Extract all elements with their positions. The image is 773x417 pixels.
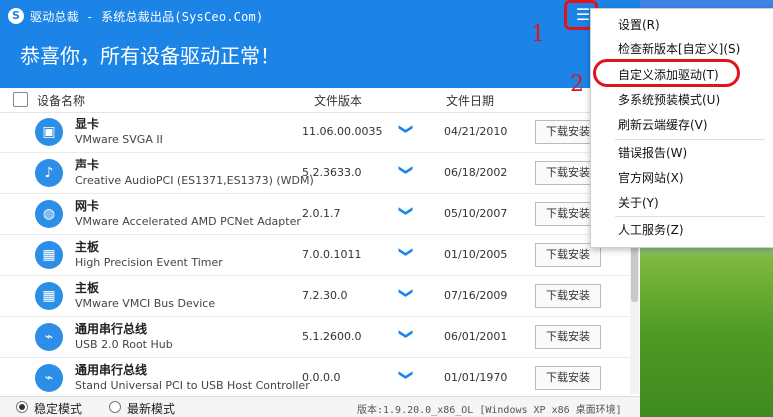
device-row[interactable]: ▦ 主板 VMware VMCI Bus Device 7.2.30.0 ❯ 0… bbox=[0, 276, 630, 317]
annotation-oval-custom-add bbox=[593, 59, 740, 87]
menu-item-official-site[interactable]: 官方网站(X) bbox=[618, 168, 684, 188]
device-category: 网卡 bbox=[75, 199, 100, 213]
device-date: 01/01/1970 bbox=[444, 371, 508, 384]
column-file-date: 文件日期 bbox=[446, 94, 495, 108]
app-logo-icon: S bbox=[8, 8, 24, 24]
footer-bar: 稳定模式 最新模式 版本:1.9.20.0_x86_OL [Windows XP… bbox=[0, 396, 640, 417]
device-version: 5.2.3633.0 bbox=[302, 166, 362, 179]
device-date: 04/21/2010 bbox=[444, 125, 508, 138]
column-device-name: 设备名称 bbox=[37, 94, 86, 108]
device-category: 主板 bbox=[75, 281, 100, 295]
device-category: 通用串行总线 bbox=[75, 322, 148, 336]
usb-icon: ⌁ bbox=[35, 323, 63, 351]
globe-icon: ◍ bbox=[35, 200, 63, 228]
device-row[interactable]: ▦ 主板 High Precision Event Timer 7.0.0.10… bbox=[0, 235, 630, 276]
device-row[interactable]: ⌁ 通用串行总线 Stand Universal PCI to USB Host… bbox=[0, 358, 630, 394]
status-message: 恭喜你，所有设备驱动正常！ bbox=[20, 44, 280, 68]
device-name: High Precision Event Timer bbox=[75, 256, 223, 269]
select-all-checkbox[interactable] bbox=[13, 92, 28, 107]
chevron-down-icon[interactable]: ❯ bbox=[398, 164, 414, 176]
column-file-version: 文件版本 bbox=[314, 94, 363, 108]
device-name: VMware VMCI Bus Device bbox=[75, 297, 216, 310]
device-name: USB 2.0 Root Hub bbox=[75, 338, 173, 351]
app-window: S 驱动总裁 - 系统总裁出品(SysCeo.Com) ☰ ✕ 恭喜你，所有设备… bbox=[0, 0, 640, 417]
motherboard-icon: ▦ bbox=[35, 241, 63, 269]
device-date: 01/10/2005 bbox=[444, 248, 508, 261]
device-name: Stand Universal PCI to USB Host Controll… bbox=[75, 379, 310, 392]
menu-item-error-report[interactable]: 错误报告(W) bbox=[618, 143, 687, 163]
menu-separator bbox=[615, 139, 765, 140]
menu-item-about[interactable]: 关于(Y) bbox=[618, 193, 659, 213]
menu-separator bbox=[615, 216, 765, 217]
chevron-down-icon[interactable]: ❯ bbox=[398, 246, 414, 258]
device-list: ▣ 显卡 VMware SVGA II 11.06.00.0035 ❯ 04/2… bbox=[0, 112, 630, 394]
device-row[interactable]: ⌁ 通用串行总线 USB 2.0 Root Hub 5.1.2600.0 ❯ 0… bbox=[0, 317, 630, 358]
device-version: 5.1.2600.0 bbox=[302, 330, 362, 343]
device-date: 06/18/2002 bbox=[444, 166, 508, 179]
display-icon: ▣ bbox=[35, 118, 63, 146]
chevron-down-icon[interactable]: ❯ bbox=[398, 205, 414, 217]
device-date: 07/16/2009 bbox=[444, 289, 508, 302]
chevron-down-icon[interactable]: ❯ bbox=[398, 123, 414, 135]
device-name: VMware SVGA II bbox=[75, 133, 163, 146]
speaker-icon: ♪ bbox=[35, 159, 63, 187]
device-version: 11.06.00.0035 bbox=[302, 125, 383, 138]
menu-item-settings[interactable]: 设置(R) bbox=[618, 15, 660, 35]
device-category: 主板 bbox=[75, 240, 100, 254]
settings-dropdown-menu: 设置(R) 检查新版本[自定义](S) 自定义添加驱动(T) 多系统预装模式(U… bbox=[590, 8, 773, 248]
device-version: 2.0.1.7 bbox=[302, 207, 341, 220]
latest-mode-label[interactable]: 最新模式 bbox=[127, 400, 175, 417]
device-row[interactable]: ◍ 网卡 VMware Accelerated AMD PCNet Adapte… bbox=[0, 194, 630, 235]
menu-item-check-update[interactable]: 检查新版本[自定义](S) bbox=[618, 39, 740, 59]
chevron-down-icon[interactable]: ❯ bbox=[398, 287, 414, 299]
chevron-down-icon[interactable]: ❯ bbox=[398, 328, 414, 340]
annotation-number-1: 1 bbox=[531, 22, 545, 47]
stable-mode-label[interactable]: 稳定模式 bbox=[34, 400, 82, 417]
usb-icon: ⌁ bbox=[35, 364, 63, 392]
annotation-number-2: 2 bbox=[570, 72, 584, 97]
column-header: 设备名称 文件版本 文件日期 bbox=[0, 88, 640, 113]
window-title: 驱动总裁 - 系统总裁出品(SysCeo.Com) bbox=[30, 10, 264, 24]
device-version: 7.2.30.0 bbox=[302, 289, 348, 302]
download-install-button[interactable]: 下载安装 bbox=[535, 284, 601, 308]
device-date: 05/10/2007 bbox=[444, 207, 508, 220]
device-category: 显卡 bbox=[75, 117, 100, 131]
device-name: Creative AudioPCI (ES1371,ES1373) (WDM) bbox=[75, 174, 314, 187]
chevron-down-icon[interactable]: ❯ bbox=[398, 369, 414, 381]
device-row[interactable]: ♪ 声卡 Creative AudioPCI (ES1371,ES1373) (… bbox=[0, 153, 630, 194]
device-category: 通用串行总线 bbox=[75, 363, 148, 377]
download-install-button[interactable]: 下载安装 bbox=[535, 366, 601, 390]
motherboard-icon: ▦ bbox=[35, 282, 63, 310]
download-install-button[interactable]: 下载安装 bbox=[535, 325, 601, 349]
device-row[interactable]: ▣ 显卡 VMware SVGA II 11.06.00.0035 ❯ 04/2… bbox=[0, 112, 630, 153]
device-name: VMware Accelerated AMD PCNet Adapter bbox=[75, 215, 301, 228]
menu-item-refresh-cache[interactable]: 刷新云端缓存(V) bbox=[618, 115, 708, 135]
stable-mode-radio[interactable] bbox=[16, 401, 28, 413]
device-date: 06/01/2001 bbox=[444, 330, 508, 343]
menu-item-multi-system-mode[interactable]: 多系统预装模式(U) bbox=[618, 90, 720, 110]
device-version: 0.0.0.0 bbox=[302, 371, 341, 384]
device-category: 声卡 bbox=[75, 158, 100, 172]
menu-item-manual-service[interactable]: 人工服务(Z) bbox=[618, 220, 684, 240]
latest-mode-radio[interactable] bbox=[109, 401, 121, 413]
version-info: 版本:1.9.20.0_x86_OL [Windows XP x86 桌面环境] bbox=[357, 405, 622, 416]
device-version: 7.0.0.1011 bbox=[302, 248, 362, 261]
